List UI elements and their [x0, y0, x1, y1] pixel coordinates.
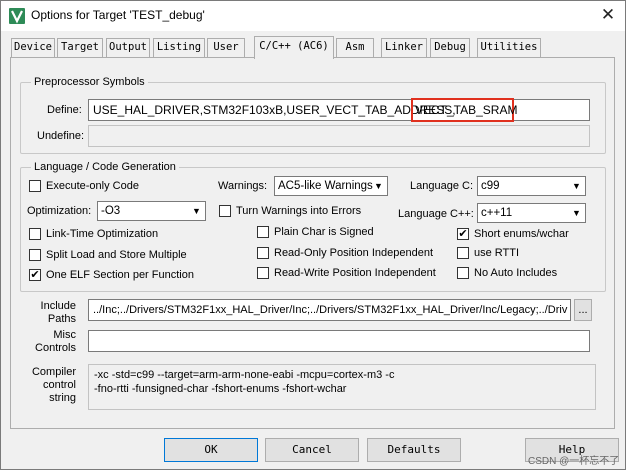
one-elf-checkbox[interactable]: ✔ — [29, 269, 41, 281]
include-paths-browse-button[interactable]: ... — [574, 299, 592, 321]
tab-listing[interactable]: Listing — [153, 38, 205, 57]
tab-target[interactable]: Target — [57, 38, 103, 57]
define-label: Define: — [47, 104, 82, 116]
warnings-value: AC5-like Warnings — [278, 180, 373, 192]
tab-asm[interactable]: Asm — [336, 38, 374, 57]
plain-char-checkbox[interactable] — [257, 226, 269, 238]
link-time-label: Link-Time Optimization — [46, 228, 159, 240]
link-time-checkbox[interactable] — [29, 228, 41, 240]
define-highlight-value: VECT_TAB_SRAM — [415, 103, 518, 117]
no-auto-includes-label: No Auto Includes — [474, 267, 558, 279]
chevron-down-icon: ▼ — [374, 181, 383, 191]
warnings-label: Warnings: — [218, 180, 268, 192]
use-rtti-checkbox[interactable] — [457, 247, 469, 259]
optimization-label: Optimization: — [27, 205, 92, 217]
language-c-select[interactable]: c99 ▼ — [477, 176, 586, 196]
misc-controls-label-line1: Misc — [53, 329, 76, 341]
language-group-title: Language / Code Generation — [31, 161, 179, 173]
ok-button[interactable]: OK — [164, 438, 258, 462]
optimization-value: -O3 — [101, 205, 121, 217]
language-cpp-select[interactable]: c++11 ▼ — [477, 203, 586, 223]
split-load-label: Split Load and Store Multiple — [46, 249, 187, 261]
compiler-string-label-line2: control — [42, 379, 76, 391]
turn-warnings-checkbox[interactable] — [219, 205, 231, 217]
turn-warnings-label: Turn Warnings into Errors — [236, 205, 362, 217]
include-paths-label-line1: Include — [40, 300, 76, 312]
execute-only-label: Execute-only Code — [46, 180, 139, 192]
short-enums-checkbox[interactable]: ✔ — [457, 228, 469, 240]
compiler-string-line2: -fno-rtti -funsigned-char -fshort-enums … — [94, 383, 347, 395]
close-icon[interactable]: ✕ — [596, 4, 620, 26]
warnings-select[interactable]: AC5-like Warnings ▼ — [274, 176, 388, 196]
compiler-string-line1: -xc -std=c99 --target=arm-arm-none-eabi … — [94, 369, 395, 381]
include-paths-field[interactable]: ../Inc;../Drivers/STM32F1xx_HAL_Driver/I… — [88, 299, 571, 321]
include-paths-label-line2: Paths — [47, 313, 76, 325]
compiler-string-field[interactable]: -xc -std=c99 --target=arm-arm-none-eabi … — [88, 364, 596, 410]
misc-controls-field[interactable] — [88, 330, 590, 352]
define-value: USE_HAL_DRIVER,STM32F103xB,USER_VECT_TAB… — [93, 103, 456, 117]
tab-device[interactable]: Device — [11, 38, 55, 57]
misc-controls-label-line2: Controls — [35, 342, 76, 354]
watermark: CSDN @一杯忘不了 — [528, 456, 620, 467]
cancel-button[interactable]: Cancel — [265, 438, 359, 462]
readwrite-pi-label: Read-Write Position Independent — [274, 267, 436, 279]
no-auto-includes-checkbox[interactable] — [457, 267, 469, 279]
chevron-down-icon: ▼ — [572, 208, 581, 218]
plain-char-label: Plain Char is Signed — [274, 226, 374, 238]
keil-logo-icon — [9, 8, 25, 24]
compiler-string-label-line1: Compiler — [31, 366, 76, 378]
language-c-label: Language C: — [410, 180, 473, 192]
defaults-button[interactable]: Defaults — [367, 438, 461, 462]
chevron-down-icon: ▼ — [572, 181, 581, 191]
readwrite-pi-checkbox[interactable] — [257, 267, 269, 279]
tab-output[interactable]: Output — [106, 38, 150, 57]
execute-only-checkbox[interactable] — [29, 180, 41, 192]
chevron-down-icon: ▼ — [192, 206, 201, 216]
language-c-value: c99 — [481, 180, 500, 192]
tab-user[interactable]: User — [207, 38, 245, 57]
one-elf-label: One ELF Section per Function — [46, 269, 194, 281]
short-enums-label: Short enums/wchar — [474, 228, 569, 240]
readonly-pi-label: Read-Only Position Independent — [274, 247, 433, 259]
compiler-string-label-line3: string — [49, 392, 76, 404]
window-title: Options for Target 'TEST_debug' — [31, 8, 205, 22]
use-rtti-label: use RTTI — [474, 247, 520, 259]
undefine-field[interactable] — [88, 125, 590, 147]
tab-debug[interactable]: Debug — [430, 38, 470, 57]
language-cpp-value: c++11 — [481, 207, 513, 219]
tab-linker[interactable]: Linker — [381, 38, 427, 57]
readonly-pi-checkbox[interactable] — [257, 247, 269, 259]
tab-cc-ac6[interactable]: C/C++ (AC6) — [254, 36, 334, 59]
preprocessor-group-title: Preprocessor Symbols — [31, 76, 148, 88]
split-load-checkbox[interactable] — [29, 249, 41, 261]
tab-utilities[interactable]: Utilities — [477, 38, 541, 57]
undefine-label: Undefine: — [37, 130, 85, 142]
optimization-select[interactable]: -O3 ▼ — [97, 201, 206, 221]
language-cpp-label: Language C++: — [398, 208, 474, 220]
